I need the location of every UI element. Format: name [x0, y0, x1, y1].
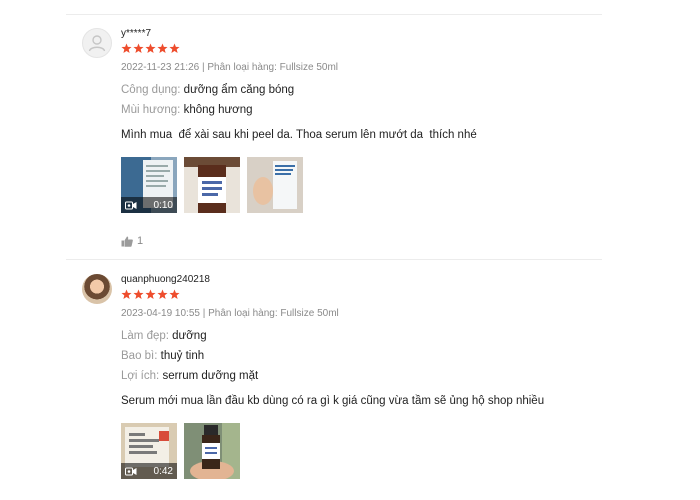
star-icon: [169, 43, 180, 53]
attribute-key: Lợi ích:: [121, 370, 160, 382]
review-meta: 2022-11-23 21:26 | Phân loại hàng: Fulls…: [121, 62, 338, 73]
star-icon: [133, 43, 144, 53]
user-icon: [88, 35, 106, 52]
video-bar: 0:42: [121, 463, 177, 479]
attribute-value: dưỡng ẩm căng bóng: [183, 84, 295, 96]
star-icon: [145, 289, 156, 299]
top-divider: [66, 14, 602, 15]
like-button[interactable]: 1: [121, 235, 143, 247]
rating-stars: [121, 43, 601, 55]
reviewer-name[interactable]: quanphuong240218: [121, 274, 601, 286]
attribute-row: Làm đẹp: dưỡng: [121, 329, 601, 343]
video-camera-icon: [125, 467, 137, 475]
attribute-value: thuỷ tinh: [160, 350, 205, 362]
review-image-thumbnail[interactable]: [184, 157, 240, 213]
thumbs-up-icon: [121, 236, 133, 247]
product-photo: [184, 423, 240, 479]
star-icon: [121, 289, 132, 299]
review-media: 0:10: [121, 157, 601, 213]
avatar[interactable]: [82, 274, 112, 304]
video-camera-icon: [125, 201, 137, 209]
attribute-key: Bao bì:: [121, 350, 158, 362]
review-image-thumbnail[interactable]: [184, 423, 240, 479]
review-video-thumbnail[interactable]: 0:10: [121, 157, 177, 213]
review-comment: Mình mua để xài sau khi peel da. Thoa se…: [121, 129, 477, 141]
video-duration: 0:10: [153, 199, 173, 211]
review-divider: [66, 259, 602, 260]
star-icon: [169, 289, 180, 299]
star-icon: [121, 43, 132, 53]
like-count: 1: [137, 235, 144, 247]
video-duration: 0:42: [153, 465, 173, 477]
star-icon: [157, 289, 168, 299]
star-icon: [145, 43, 156, 53]
attribute-row: Lợi ích: serrum dưỡng mặt: [121, 369, 601, 383]
review-meta: 2023-04-19 10:55 | Phân loại hàng: Fulls…: [121, 308, 339, 319]
video-bar: 0:10: [121, 197, 177, 213]
attribute-row: Công dụng: dưỡng ẩm căng bóng: [121, 83, 601, 97]
product-photo: [247, 157, 303, 213]
attribute-key: Công dụng:: [121, 84, 181, 96]
review-attributes: Công dụng: dưỡng ẩm căng bóng Mùi hương:…: [121, 83, 601, 117]
attribute-value: không hương: [183, 104, 253, 116]
product-photo: [184, 157, 240, 213]
attribute-value: serrum dưỡng mặt: [162, 370, 259, 382]
attribute-row: Mùi hương: không hương: [121, 103, 601, 117]
review-attributes: Làm đẹp: dưỡng Bao bì: thuỷ tinh Lợi ích…: [121, 329, 601, 383]
reviewer-name[interactable]: y*****7: [121, 28, 601, 40]
review-comment: Serum mới mua lần đầu kb dùng có ra gì k…: [121, 395, 545, 407]
star-icon: [133, 289, 144, 299]
review-video-thumbnail[interactable]: 0:42: [121, 423, 177, 479]
rating-stars: [121, 289, 601, 301]
attribute-key: Làm đẹp:: [121, 330, 169, 342]
review-media: 0:42: [121, 423, 601, 479]
star-icon: [157, 43, 168, 53]
attribute-value: dưỡng: [172, 330, 207, 342]
avatar[interactable]: [82, 28, 112, 58]
attribute-row: Bao bì: thuỷ tinh: [121, 349, 601, 363]
review-image-thumbnail[interactable]: [247, 157, 303, 213]
attribute-key: Mùi hương:: [121, 104, 181, 116]
